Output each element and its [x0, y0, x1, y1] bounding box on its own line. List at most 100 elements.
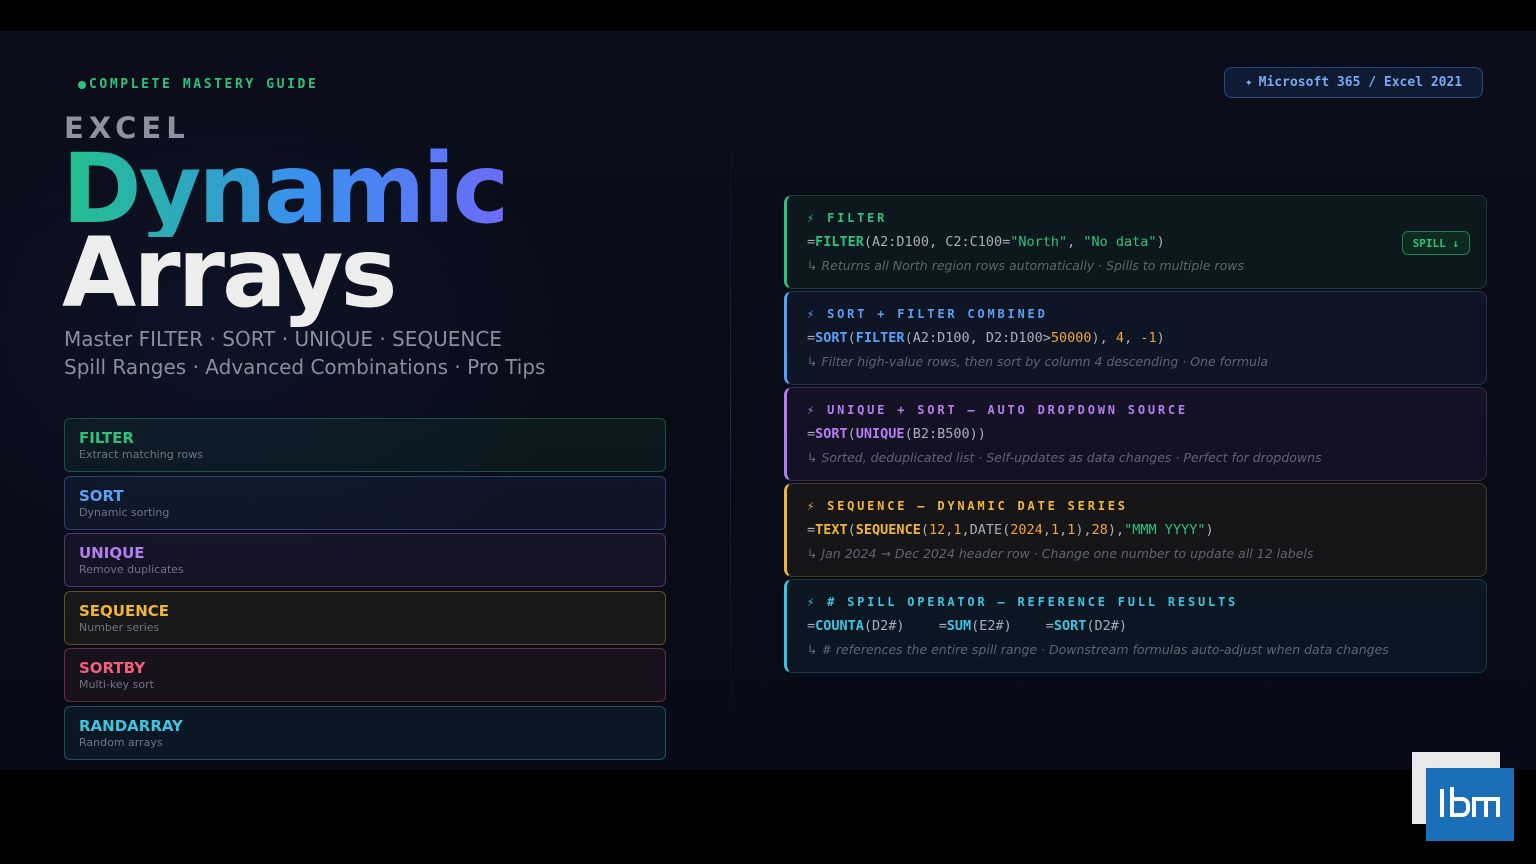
function-description: Dynamic sorting: [79, 505, 170, 519]
card-title: ⚡ SORT + FILTER COMBINED: [807, 306, 1468, 322]
column-divider: [730, 101, 731, 741]
formula-token: =: [807, 330, 816, 346]
formula-token: (: [920, 522, 929, 538]
formula-token: 1: [953, 522, 962, 538]
formula-token: 28: [1091, 522, 1108, 538]
function-item-unique[interactable]: UNIQUE Remove duplicates: [64, 533, 666, 588]
slide: COMPLETE MASTERY GUIDE EXCEL Dynamic Arr…: [0, 31, 1536, 770]
logo-front-square: [1426, 768, 1514, 841]
lightning-icon: ⚡: [807, 595, 828, 609]
formula-function: SORT: [815, 330, 848, 346]
lightning-icon: ⚡: [807, 307, 828, 321]
formula-token: ,: [1124, 330, 1141, 346]
card-formula: =TEXT(SEQUENCE(12,1,DATE(2024,1,1),28),"…: [807, 521, 1468, 539]
function-name: RANDARRAY: [79, 716, 183, 735]
formula-card: ⚡ UNIQUE + SORT — AUTO DROPDOWN SOURCE =S…: [784, 387, 1487, 481]
formula-token: ,: [1067, 234, 1084, 250]
formula-function: FILTER: [855, 330, 905, 346]
card-formula: =COUNTA(D2#) =SUM(E2#) =SORT(D2#): [807, 617, 1468, 635]
formula-token: -1: [1140, 330, 1157, 346]
formula-token: ),: [1107, 522, 1125, 538]
formula-token: "MMM YYYY": [1124, 522, 1206, 538]
card-title-text: FILTER: [827, 211, 888, 225]
function-name: SEQUENCE: [79, 601, 170, 620]
card-title: ⚡ SEQUENCE — DYNAMIC DATE SERIES: [807, 498, 1468, 514]
card-description: ↳ # references the entire spill range · …: [807, 642, 1389, 657]
card-title-text: # SPILL OPERATOR — REFERENCE FULL RESULT…: [827, 595, 1239, 609]
formula-function: FILTER: [815, 234, 864, 250]
formula-function: TEXT: [815, 522, 848, 538]
sparkle-icon: ✦: [1244, 75, 1253, 90]
function-item-filter[interactable]: FILTER Extract matching rows: [64, 418, 666, 472]
formula-token: 2024: [1010, 522, 1043, 538]
formula-token: 4: [1115, 330, 1125, 346]
spill-tag: SPILL ↓: [1401, 231, 1470, 255]
formula-token: (A2:D100, D2:D100>: [904, 330, 1051, 346]
formula-card: ⚡ # SPILL OPERATOR — REFERENCE FULL RESU…: [784, 579, 1487, 673]
version-badge-label: Microsoft 365 / Excel 2021: [1258, 75, 1463, 90]
function-name: FILTER: [79, 429, 134, 447]
brand-logo: [1412, 752, 1514, 841]
subtitle-line-1: Master FILTER · SORT · UNIQUE · SEQUENCE: [64, 327, 502, 351]
formula-token: =: [807, 426, 816, 442]
formula-token: ),: [1091, 330, 1116, 346]
lightning-icon: ⚡: [807, 211, 828, 225]
function-description: Extract matching rows: [79, 448, 203, 461]
formula-token: =: [807, 522, 816, 538]
formula-token: ): [1156, 234, 1165, 250]
formula-token: 12: [928, 522, 946, 538]
function-item-sortby[interactable]: SORTBY Multi-key sort: [64, 648, 666, 703]
formula-cards: ⚡ FILTER =FILTER(A2:D100, C2:C100="North"…: [784, 195, 1487, 675]
formula-card: ⚡ SEQUENCE — DYNAMIC DATE SERIES =TEXT(SE…: [784, 483, 1487, 577]
formula-token: =: [1045, 618, 1054, 634]
card-title-text: SEQUENCE — DYNAMIC DATE SERIES: [827, 499, 1128, 513]
formula-function: SORT: [1053, 618, 1087, 634]
card-title-text: UNIQUE + SORT — AUTO DROPDOWN SOURCE: [827, 403, 1188, 417]
kicker: COMPLETE MASTERY GUIDE: [78, 77, 318, 92]
title-line-2: Arrays: [62, 217, 398, 329]
card-description: ↳ Filter high-value rows, then sort by c…: [807, 354, 1269, 369]
function-name: SORT: [79, 486, 124, 505]
function-description: Multi-key sort: [79, 678, 154, 692]
function-item-randarray[interactable]: RANDARRAY Random arrays: [64, 705, 666, 760]
function-item-sort[interactable]: SORT Dynamic sorting: [64, 475, 666, 530]
card-formula: =FILTER(A2:D100, C2:C100="North", "No da…: [807, 233, 1468, 251]
function-item-sequence[interactable]: SEQUENCE Number series: [64, 590, 666, 645]
formula-token: =: [807, 618, 816, 634]
formula-function: SEQUENCE: [855, 522, 921, 538]
formula-function: COUNTA: [815, 618, 864, 634]
formula-token: "No data": [1083, 234, 1157, 250]
function-name: SORTBY: [79, 659, 146, 678]
formula-token: (D2#): [1086, 618, 1128, 634]
card-formula: =SORT(FILTER(A2:D100, D2:D100>50000), 4,…: [807, 329, 1468, 347]
formula-token: 1: [1050, 522, 1060, 538]
function-description: Random arrays: [79, 735, 163, 749]
function-name: UNIQUE: [79, 544, 145, 563]
formula-token: ,: [1042, 522, 1051, 538]
bullet-dot-icon: [78, 80, 86, 89]
formula-token: (B2:B500)): [904, 426, 986, 442]
formula-token: =: [807, 234, 816, 250]
subtitle-line-2: Spill Ranges · Advanced Combinations · P…: [64, 355, 546, 379]
version-badge: ✦ Microsoft 365 / Excel 2021: [1224, 67, 1483, 98]
lightning-icon: ⚡: [807, 499, 828, 513]
card-title: ⚡ # SPILL OPERATOR — REFERENCE FULL RESU…: [807, 594, 1468, 610]
formula-token: 50000: [1050, 330, 1092, 346]
formula-card: ⚡ FILTER =FILTER(A2:D100, C2:C100="North"…: [784, 195, 1487, 289]
formula-token: ,DATE(: [961, 522, 1011, 538]
card-title: ⚡ FILTER: [807, 210, 1468, 226]
card-formula: =SORT(UNIQUE(B2:B500)): [807, 425, 1468, 443]
function-description: Remove duplicates: [79, 563, 184, 577]
card-title-text: SORT + FILTER COMBINED: [827, 307, 1048, 321]
formula-token: ),: [1075, 522, 1092, 538]
card-description: ↳ Sorted, deduplicated list · Self-updat…: [807, 450, 1322, 465]
ibm-logo-icon: [1440, 786, 1500, 817]
formula-function: SUM: [946, 618, 972, 634]
formula-token: (: [847, 522, 856, 538]
formula-token: ): [1156, 330, 1165, 346]
formula-token: ): [1205, 522, 1214, 538]
formula-function: UNIQUE: [855, 426, 905, 442]
formula-function: SORT: [815, 426, 848, 442]
card-description: ↳ Jan 2024 → Dec 2024 header row · Chang…: [807, 546, 1314, 561]
formula-token: (: [847, 426, 856, 442]
